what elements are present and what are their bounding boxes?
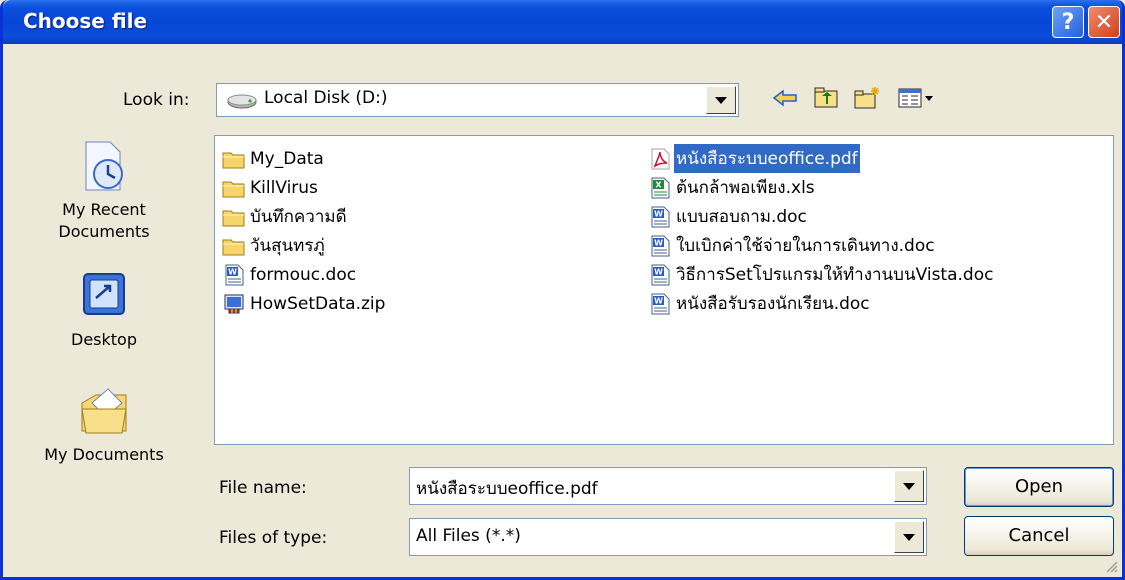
file-name: วิธีการSetโปรแกรมให้ทำงานบนVista.doc — [676, 265, 994, 285]
list-item-folder[interactable]: KillVirus — [222, 173, 387, 202]
look-in-value: Local Disk (D:) — [264, 88, 388, 108]
list-item-folder[interactable]: My_Data — [222, 144, 387, 173]
svg-text:W: W — [654, 238, 663, 247]
file-name: My_Data — [250, 148, 324, 169]
resize-grip-icon[interactable] — [1104, 559, 1118, 573]
place-my-documents[interactable]: My Documents — [9, 383, 199, 466]
file-column-right: หนังสือระบบeoffice.pdf X ต้นกล้าพอเพียง.… — [648, 143, 995, 318]
svg-text:W: W — [654, 209, 663, 218]
place-label: Desktop — [71, 330, 137, 349]
help-button[interactable]: ? — [1052, 6, 1084, 38]
zip-icon — [224, 294, 244, 313]
files-of-type-dropdown-arrow[interactable] — [894, 521, 924, 553]
choose-file-dialog: Choose file ? ✕ Look in: Local Disk (D:) — [0, 0, 1125, 580]
place-label: My Recent — [62, 200, 146, 219]
folder-icon — [222, 210, 245, 226]
place-label: My Documents — [44, 445, 164, 464]
my-documents-icon — [81, 388, 127, 434]
list-item-file[interactable]: X ต้นกล้าพอเพียง.xls — [648, 173, 995, 202]
list-item-file[interactable]: HowSetData.zip — [222, 289, 387, 318]
word-doc-icon: W — [651, 264, 670, 285]
open-button[interactable]: Open — [964, 467, 1114, 507]
close-icon: ✕ — [1094, 9, 1114, 35]
file-name-dropdown-arrow[interactable] — [894, 470, 924, 502]
list-item-file[interactable]: W ใบเบิกค่าใช้จ่ายในการเดินทาง.doc — [648, 231, 995, 260]
word-doc-icon: W — [225, 264, 244, 285]
places-bar: My Recent Documents Desktop My Documents — [9, 128, 199, 498]
svg-text:W: W — [654, 296, 663, 305]
file-name: ต้นกล้าพอเพียง.xls — [676, 178, 815, 198]
title-bar[interactable]: Choose file ? ✕ — [3, 0, 1122, 44]
files-of-type-value: All Files (*.*) — [416, 526, 521, 546]
desktop-icon — [83, 273, 125, 315]
excel-icon: X — [651, 177, 670, 198]
word-doc-icon: W — [651, 206, 670, 227]
list-item-folder[interactable]: วันสุนทรภู่ — [222, 231, 387, 260]
new-folder-button[interactable] — [852, 84, 882, 112]
file-name-value: หนังสือระบบeoffice.pdf — [416, 479, 598, 499]
file-name: KillVirus — [250, 177, 318, 198]
look-in-label: Look in: — [123, 90, 190, 110]
list-item-file[interactable]: W หนังสือรับรองนักเรียน.doc — [648, 289, 995, 318]
view-menu-icon — [898, 88, 933, 108]
word-doc-icon: W — [651, 235, 670, 256]
file-name: หนังสือระบบeoffice.pdf — [673, 143, 861, 174]
recent-documents-icon — [85, 141, 123, 191]
list-item-file[interactable]: W วิธีการSetโปรแกรมให้ทำงานบนVista.doc — [648, 260, 995, 289]
list-item-file-selected[interactable]: หนังสือระบบeoffice.pdf — [648, 143, 995, 174]
chevron-down-icon — [715, 96, 727, 104]
file-name: วันสุนทรภู่ — [250, 236, 325, 256]
files-of-type-label: Files of type: — [219, 528, 328, 548]
help-icon: ? — [1061, 9, 1075, 35]
svg-text:W: W — [228, 267, 237, 276]
back-button[interactable] — [770, 84, 800, 112]
files-of-type-dropdown[interactable]: All Files (*.*) — [409, 518, 927, 556]
window-title: Choose file — [23, 9, 148, 33]
look-in-dropdown[interactable]: Local Disk (D:) — [216, 83, 739, 117]
folder-icon — [222, 152, 245, 168]
file-name: แบบสอบถาม.doc — [676, 207, 807, 227]
svg-text:W: W — [654, 267, 663, 276]
file-name: ใบเบิกค่าใช้จ่ายในการเดินทาง.doc — [676, 236, 935, 256]
file-column-left: My_Data KillVirus บันทึกความดี วันสุนทรภ… — [222, 144, 387, 318]
svg-text:X: X — [655, 180, 662, 189]
word-doc-icon: W — [651, 293, 670, 314]
list-item-file[interactable]: W แบบสอบถาม.doc — [648, 202, 995, 231]
file-list[interactable]: My_Data KillVirus บันทึกความดี วันสุนทรภ… — [214, 135, 1114, 445]
cancel-button[interactable]: Cancel — [964, 516, 1114, 556]
file-name: หนังสือรับรองนักเรียน.doc — [676, 294, 870, 314]
view-menu-button[interactable] — [896, 84, 936, 112]
pdf-icon — [651, 148, 670, 169]
file-name-input[interactable]: หนังสือระบบeoffice.pdf — [409, 467, 927, 505]
close-button[interactable]: ✕ — [1088, 6, 1120, 38]
file-name-label: File name: — [219, 478, 307, 498]
look-in-dropdown-arrow[interactable] — [706, 86, 736, 114]
chevron-down-icon — [903, 482, 915, 490]
drive-icon — [227, 94, 257, 109]
back-icon — [772, 89, 797, 107]
file-name: HowSetData.zip — [250, 293, 386, 314]
file-name: formouc.doc — [250, 264, 357, 285]
new-folder-icon — [854, 87, 879, 109]
list-item-file[interactable]: W formouc.doc — [222, 260, 387, 289]
up-folder-icon — [814, 87, 838, 108]
place-my-recent-documents[interactable]: My Recent Documents — [9, 138, 199, 243]
folder-icon — [222, 239, 245, 255]
folder-icon — [222, 181, 245, 197]
place-label: Documents — [58, 222, 150, 241]
file-name: บันทึกความดี — [250, 207, 347, 227]
place-desktop[interactable]: Desktop — [9, 268, 199, 351]
up-folder-button[interactable] — [811, 84, 841, 112]
list-item-folder[interactable]: บันทึกความดี — [222, 202, 387, 231]
chevron-down-icon — [903, 533, 915, 541]
